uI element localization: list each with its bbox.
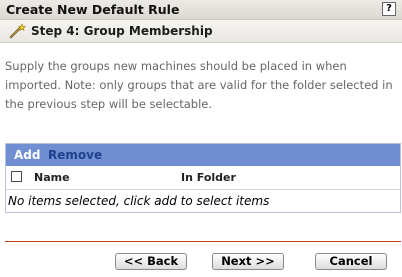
table-header-row: Name In Folder — [6, 166, 400, 190]
add-link[interactable]: Add — [14, 148, 40, 162]
cancel-button[interactable]: Cancel — [315, 253, 387, 270]
back-button[interactable]: << Back — [115, 253, 187, 270]
dialog-title: Create New Default Rule — [6, 2, 180, 17]
help-button[interactable]: ? — [382, 2, 396, 16]
instructions-text: Supply the groups new machines should be… — [5, 59, 393, 111]
group-table: Add Remove Name In Folder No items selec… — [5, 143, 401, 213]
select-all-checkbox[interactable] — [11, 171, 22, 182]
dialog-title-bar: Create New Default Rule ? — [0, 0, 402, 20]
step-header: Step 4: Group Membership — [0, 20, 402, 43]
step-title: Step 4: Group Membership — [31, 24, 213, 38]
wand-icon — [8, 23, 26, 39]
empty-table-message: No items selected, click add to select i… — [8, 194, 270, 208]
column-header-in-folder[interactable]: In Folder — [181, 171, 236, 184]
footer-divider — [5, 241, 401, 242]
next-button[interactable]: Next >> — [212, 253, 284, 270]
remove-link[interactable]: Remove — [48, 148, 102, 162]
table-toolbar: Add Remove — [6, 144, 400, 166]
column-header-name[interactable]: Name — [34, 171, 70, 184]
